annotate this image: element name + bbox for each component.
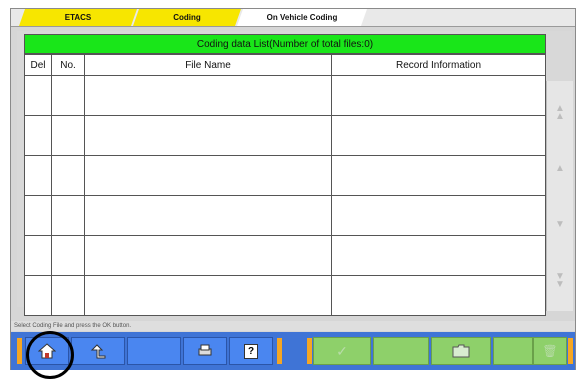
up-icon: ▲	[555, 163, 565, 174]
printer-icon	[198, 344, 212, 356]
scrollbar[interactable]: ▲ ▲ ▲ ▼ ▼ ▼	[546, 81, 573, 311]
toolbar-edge-right	[568, 338, 573, 364]
delete-icon: 🗑	[542, 344, 558, 358]
page-bottom-button[interactable]: ▼ ▼	[549, 263, 571, 299]
toolbar-green-blank-2[interactable]	[493, 337, 533, 365]
col-record-information: Record Information	[331, 54, 546, 76]
coding-list-panel: Coding data List(Number of total files:0…	[17, 31, 573, 316]
main-window: ETACS Coding On Vehicle Coding Coding da…	[10, 8, 576, 370]
table-row[interactable]	[24, 75, 546, 116]
tab-etacs[interactable]: ETACS	[19, 9, 137, 26]
help-button[interactable]: ?	[229, 337, 273, 365]
toolbar-divider	[277, 338, 282, 364]
double-down-icon: ▼ ▼	[555, 271, 565, 290]
bottom-toolbar: ? ✓ 🗑	[11, 332, 575, 370]
table-row[interactable]	[24, 275, 546, 316]
status-bar: Select Coding File and press the OK butt…	[11, 321, 575, 331]
toolbar-blank-button[interactable]	[127, 337, 181, 365]
highlight-circle	[26, 331, 74, 379]
col-del: Del	[24, 54, 52, 76]
page-down-button[interactable]: ▼	[549, 207, 571, 243]
table-row[interactable]	[24, 155, 546, 196]
help-icon: ?	[244, 343, 258, 359]
tab-coding[interactable]: Coding	[133, 9, 241, 26]
col-no: No.	[51, 54, 85, 76]
col-file-name: File Name	[84, 54, 332, 76]
print-button[interactable]	[183, 337, 227, 365]
page-top-button[interactable]: ▲ ▲	[549, 95, 571, 131]
toolbar-divider-2	[307, 338, 312, 364]
table-row[interactable]	[24, 115, 546, 156]
table-row[interactable]	[24, 195, 546, 236]
table-row[interactable]	[24, 235, 546, 276]
tab-on-vehicle-coding[interactable]: On Vehicle Coding	[237, 9, 367, 26]
back-arrow-icon	[90, 344, 106, 359]
toolbar-edge-left	[17, 338, 22, 364]
delete-button[interactable]: 🗑	[533, 337, 567, 365]
ok-button[interactable]: ✓	[313, 337, 371, 365]
open-folder-button[interactable]	[431, 337, 491, 365]
down-icon: ▼	[555, 219, 565, 230]
folder-icon	[452, 344, 470, 358]
check-icon: ✓	[336, 342, 348, 359]
toolbar-green-blank[interactable]	[373, 337, 429, 365]
coding-data-table: Del No. File Name Record Information	[24, 54, 546, 316]
page-up-button[interactable]: ▲	[549, 151, 571, 187]
double-up-icon: ▲ ▲	[555, 103, 565, 122]
list-title: Coding data List(Number of total files:0…	[24, 34, 546, 54]
back-button[interactable]	[71, 337, 125, 365]
breadcrumb: ETACS Coding On Vehicle Coding	[11, 9, 575, 27]
